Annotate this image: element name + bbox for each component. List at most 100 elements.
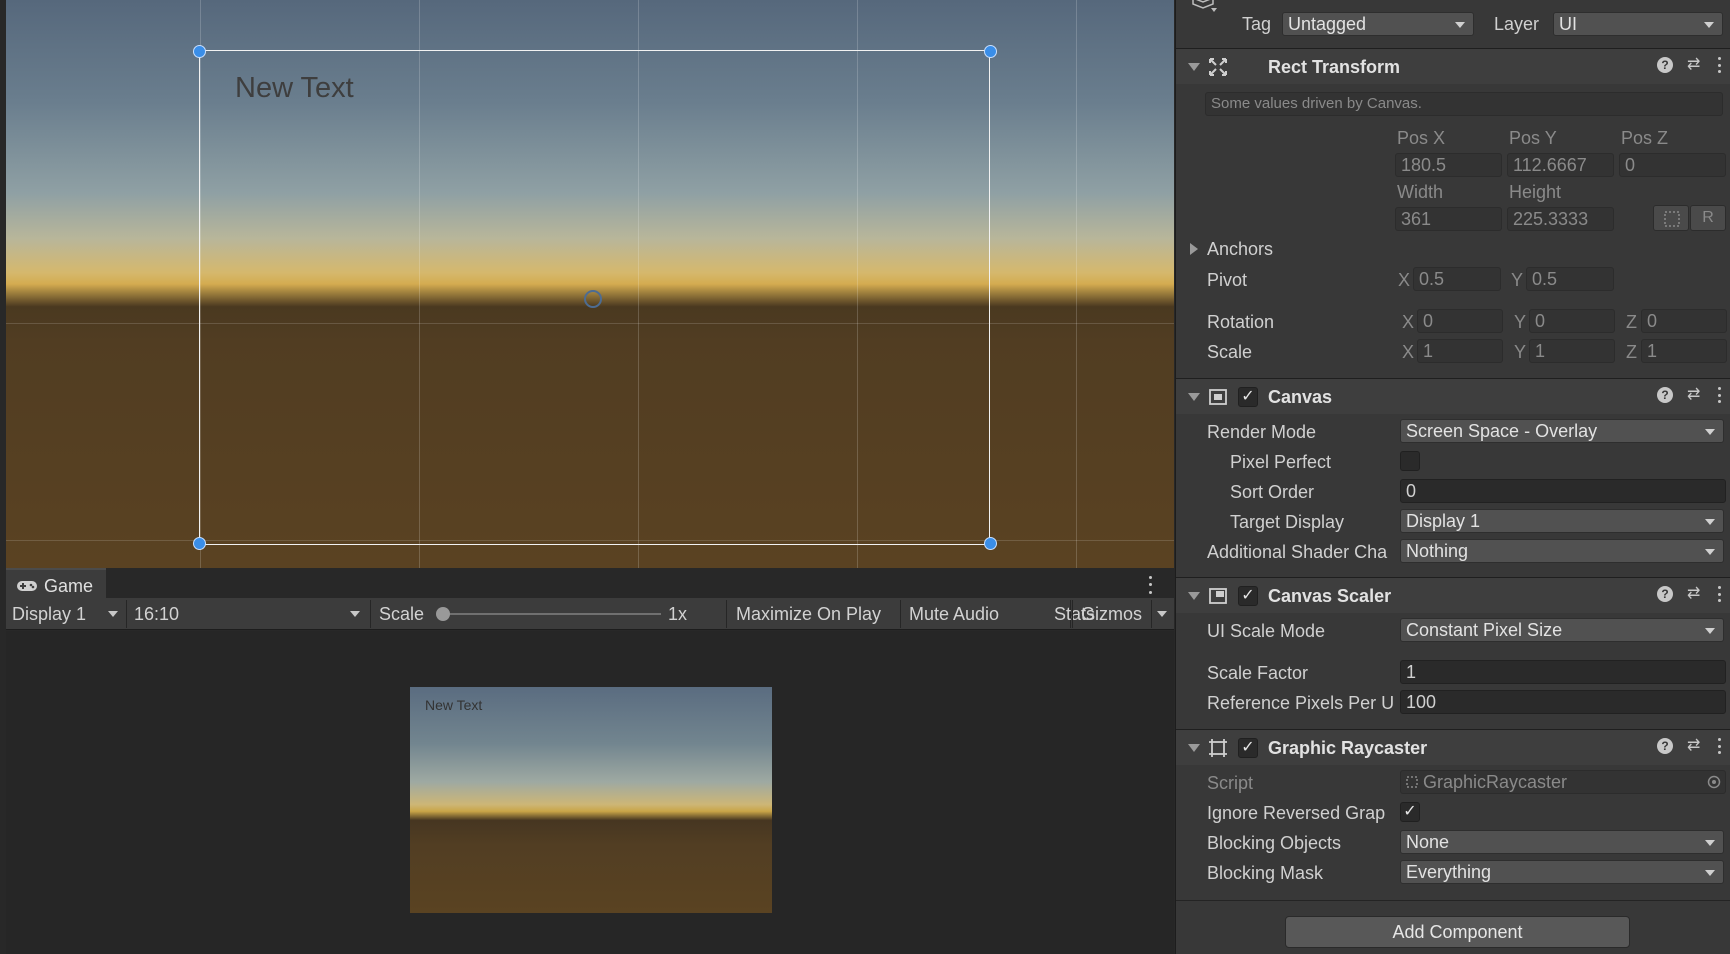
graphic-raycaster-title: Graphic Raycaster [1268,738,1428,758]
height-field[interactable]: 225.3333 [1507,207,1614,231]
toolbar-divider [726,600,727,628]
layer-dropdown[interactable]: UI [1553,12,1723,36]
game-render-area: New Text [410,687,772,913]
component-menu-icon[interactable] [1717,57,1721,73]
presets-icon[interactable]: ⇄ [1687,738,1703,754]
presets-icon[interactable]: ⇄ [1687,586,1703,602]
scale-x-field[interactable]: 1 [1417,339,1503,363]
gizmos-dropdown-icon[interactable] [1157,611,1167,617]
mute-audio-toggle[interactable]: Mute Audio [903,598,1005,630]
pixel-perfect-checkbox[interactable] [1400,451,1420,471]
aspect-dropdown[interactable]: 16:10 [128,598,368,630]
pivot-y-field[interactable]: 0.5 [1526,267,1614,291]
raw-edit-button[interactable]: R [1690,205,1726,231]
presets-icon[interactable]: ⇄ [1687,57,1703,73]
component-menu-icon[interactable] [1717,387,1721,403]
driven-by-canvas-note: Some values driven by Canvas. [1205,92,1723,116]
component-menu-icon[interactable] [1717,586,1721,602]
component-menu-icon[interactable] [1717,738,1721,754]
game-view[interactable]: New Text [6,631,1174,954]
tab-game[interactable]: Game [6,568,106,602]
script-field[interactable]: GraphicRaycaster [1400,770,1726,794]
reference-pixels-per-unit-field[interactable]: 100 [1400,690,1726,714]
sort-order-field[interactable]: 0 [1400,479,1726,503]
scene-view[interactable]: New Text [6,0,1174,568]
ui-scale-mode-dropdown[interactable]: Constant Pixel Size [1400,618,1724,642]
rotation-y-axis: Y [1514,312,1527,332]
component-header-tools: ? ⇄ [1657,738,1721,754]
anchors-label[interactable]: Anchors [1207,239,1273,260]
pos-z-field[interactable]: 0 [1619,153,1726,177]
blueprint-mode-button[interactable] [1653,205,1689,231]
chevron-down-icon [1704,22,1714,28]
additional-shader-channels-dropdown[interactable]: Nothing [1400,539,1724,563]
pos-x-label: Pos X [1397,128,1446,148]
help-icon[interactable]: ? [1657,57,1673,73]
blocking-objects-value: None [1406,832,1450,852]
object-picker-icon[interactable] [1707,775,1721,789]
pos-x-field[interactable]: 180.5 [1395,153,1502,177]
toolbar-divider [900,600,901,628]
blocking-mask-value: Everything [1406,862,1492,882]
rotation-z-field[interactable]: 0 [1641,309,1727,333]
target-display-dropdown[interactable]: Display 1 [1400,509,1724,533]
scene-grid-line [1076,0,1077,568]
presets-icon[interactable]: ⇄ [1687,387,1703,403]
display-dropdown[interactable]: Display 1 [6,598,124,630]
help-icon[interactable]: ? [1657,738,1673,754]
foldout-arrow-icon[interactable] [1188,592,1200,600]
pivot-icon[interactable] [584,290,602,308]
canvas-scaler-header[interactable]: ✓ Canvas Scaler ? ⇄ [1176,577,1730,613]
scale-factor-field[interactable]: 1 [1400,660,1726,684]
canvas-title: Canvas [1268,387,1333,407]
game-render-text: New Text [425,697,483,713]
graphic-raycaster-header[interactable]: ✓ Graphic Raycaster ? ⇄ [1176,729,1730,765]
help-icon[interactable]: ? [1657,387,1673,403]
width-field[interactable]: 361 [1395,207,1502,231]
add-component-button[interactable]: Add Component [1285,916,1630,948]
pivot-x-axis: X [1398,270,1411,290]
scale-y-field[interactable]: 1 [1529,339,1615,363]
pivot-x-field[interactable]: 0.5 [1413,267,1501,291]
render-mode-label: Render Mode [1207,422,1317,442]
canvas-enabled-checkbox[interactable]: ✓ [1238,387,1258,407]
rect-transform-header[interactable]: Rect Transform ? ⇄ [1176,48,1730,84]
scale-label: Scale [379,603,425,624]
additional-shader-channels-value: Nothing [1406,541,1469,561]
anchors-foldout-icon[interactable] [1190,243,1198,255]
chevron-down-icon [1705,840,1715,846]
ignore-reversed-graphics-checkbox[interactable]: ✓ [1400,802,1420,822]
scale-slider-track[interactable] [443,613,661,615]
rect-handle-bottom-right[interactable] [984,537,997,550]
foldout-arrow-icon[interactable] [1188,744,1200,752]
canvas-scaler-enabled-checkbox[interactable]: ✓ [1238,586,1258,606]
render-mode-dropdown[interactable]: Screen Space - Overlay [1400,419,1724,443]
pos-y-field[interactable]: 112.6667 [1507,153,1614,177]
blocking-mask-dropdown[interactable]: Everything [1400,860,1724,884]
gizmos-toggle[interactable]: Gizmos [1075,598,1148,630]
target-display-value: Display 1 [1406,511,1481,531]
foldout-arrow-icon[interactable] [1188,393,1200,401]
ui-scale-mode-value: Constant Pixel Size [1406,620,1563,640]
rect-handle-top-right[interactable] [984,45,997,58]
canvas-header[interactable]: ✓ Canvas ? ⇄ [1176,378,1730,414]
blocking-objects-dropdown[interactable]: None [1400,830,1724,854]
sort-order-label: Sort Order [1230,482,1315,502]
tag-dropdown[interactable]: Untagged [1282,12,1474,36]
ui-scale-mode-label: UI Scale Mode [1207,621,1326,641]
more-options-icon[interactable] [1143,574,1157,596]
tag-label: Tag [1242,14,1272,34]
graphic-raycaster-enabled-checkbox[interactable]: ✓ [1238,738,1258,758]
scale-z-field[interactable]: 1 [1641,339,1727,363]
toolbar-divider [1151,600,1152,628]
rotation-y-field[interactable]: 0 [1529,309,1615,333]
gamepad-icon [17,581,37,591]
rect-handle-bottom-left[interactable] [193,537,206,550]
help-icon[interactable]: ? [1657,586,1673,602]
scale-slider-knob[interactable] [436,607,450,621]
rotation-x-field[interactable]: 0 [1417,309,1503,333]
rect-handle-top-left[interactable] [193,45,206,58]
foldout-arrow-icon[interactable] [1188,63,1200,71]
pivot-label: Pivot [1207,270,1248,290]
maximize-on-play-toggle[interactable]: Maximize On Play [730,598,887,630]
